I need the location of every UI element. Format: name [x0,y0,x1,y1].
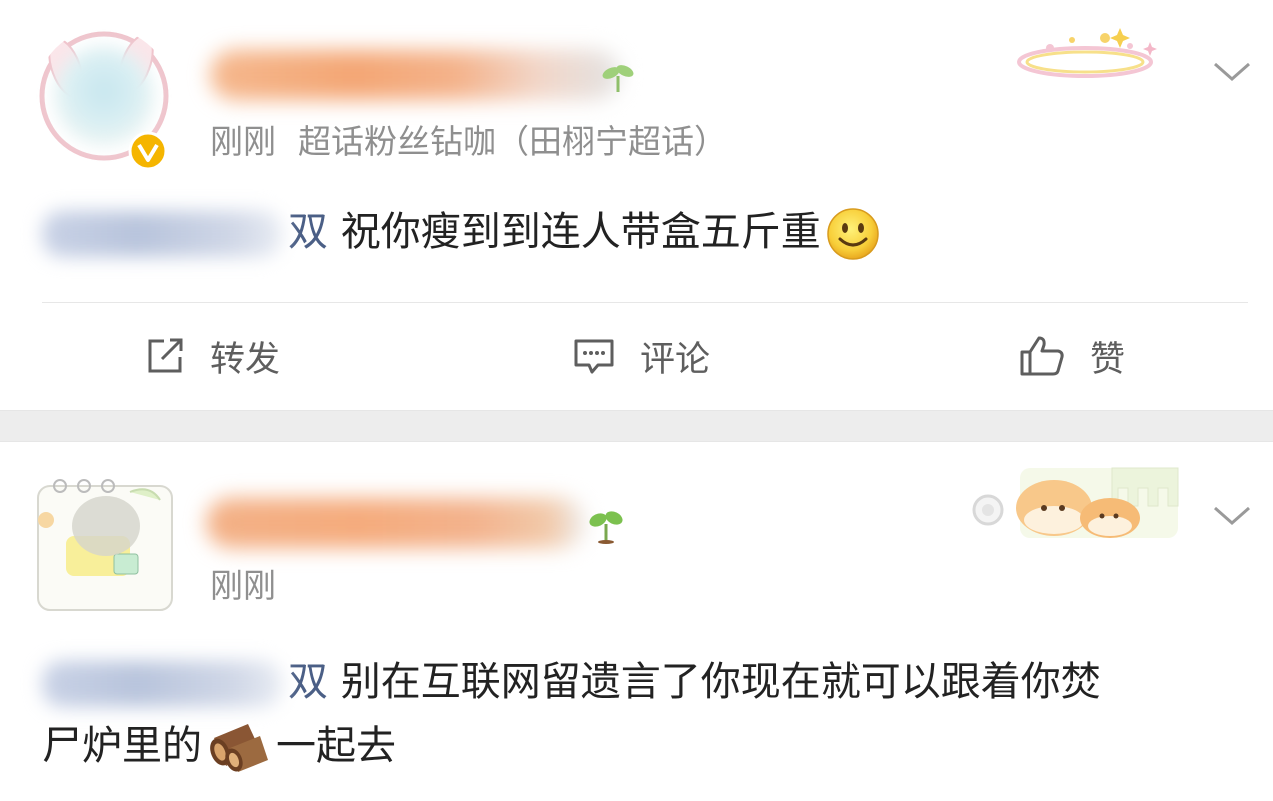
avatar-image-2 [37,479,173,611]
verified-badge-icon [128,131,168,171]
post-time-2: 刚刚 [210,566,276,605]
mention-link[interactable]: 双 [42,200,328,264]
thumbs-up-icon [1020,336,1064,376]
mention-link[interactable]: 双 [42,650,328,714]
user-avatar-2[interactable] [36,476,174,612]
like-label: 赞 [1090,339,1126,380]
sparkle-ring-decoration [1017,28,1157,78]
firewood-emoji-icon [210,724,268,772]
divider [42,302,1248,303]
post-text: 祝你瘦到到连人带盒五斤重 [340,209,821,255]
post-meta: 刚刚 超话粉丝钻咖（田栩宁超话） [210,122,727,162]
sprout-icon [602,65,634,92]
post-content-2-line2: 尸炉里的 一起去 [42,714,396,778]
username-blurred-2[interactable] [206,498,586,548]
post-time: 刚刚 [210,122,276,161]
post-text-line2a: 尸炉里的 [42,723,202,769]
post-meta-2: 刚刚 [210,566,276,606]
username-blurred[interactable] [210,50,620,100]
repost-label: 转发 [210,339,281,380]
chevron-down-icon[interactable] [1212,504,1252,528]
post-text-line2b: 一起去 [276,723,396,769]
comment-button[interactable]: 评论 [572,330,710,382]
repost-icon [148,338,183,373]
post-card-1: 刚刚 超话粉丝钻咖（田栩宁超话） 双 祝你瘦到到连人带盒五斤重 转发 评论 赞 [0,0,1273,410]
comment-label: 评论 [640,339,711,380]
post-content: 双 祝你瘦到到连人带盒五斤重 [42,200,881,264]
sprout-icon [589,511,623,544]
post-content-2: 双 别在互联网留遗言了你现在就可以跟着你焚 [42,650,1101,714]
like-button[interactable]: 赞 [1018,330,1125,382]
chevron-down-icon[interactable] [1212,60,1252,84]
section-separator [0,410,1273,442]
post-text-line1: 别在互联网留遗言了你现在就可以跟着你焚 [340,659,1101,705]
post-source[interactable]: 超话粉丝钻咖（田栩宁超话） [298,122,727,161]
smile-emoji-icon [826,208,879,260]
comment-icon [574,339,614,374]
repost-button[interactable]: 转发 [144,330,280,382]
hamster-bread-decoration [972,467,1179,538]
